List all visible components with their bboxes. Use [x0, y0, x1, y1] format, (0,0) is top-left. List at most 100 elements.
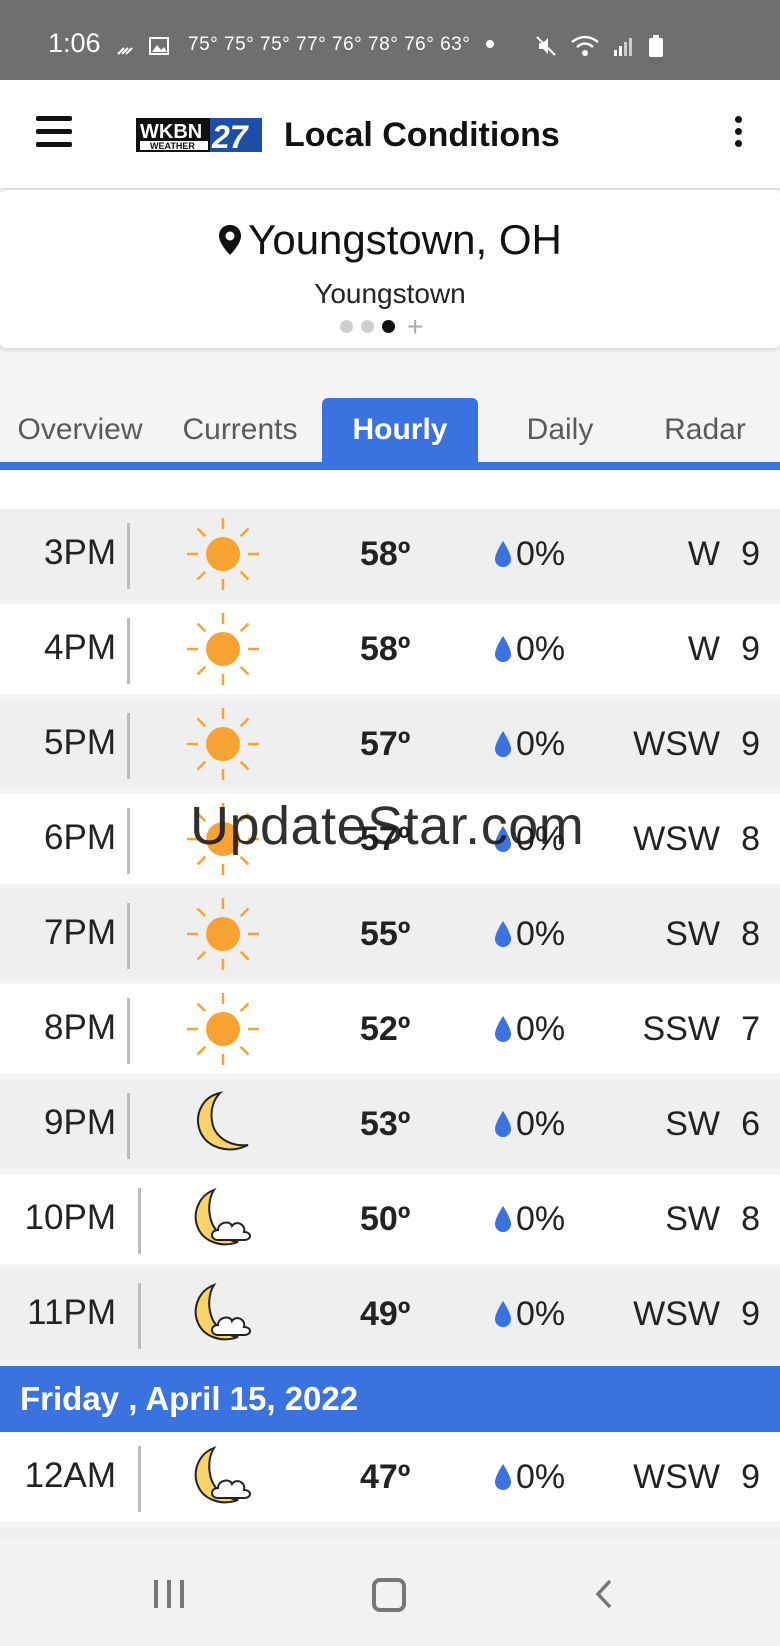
- tab-radar[interactable]: Radar: [630, 398, 780, 462]
- raindrop-icon: [493, 1204, 513, 1234]
- pager-dot-active[interactable]: [382, 320, 395, 333]
- location-pager[interactable]: +: [340, 313, 423, 341]
- image-icon: [149, 37, 169, 55]
- home-icon[interactable]: [372, 1578, 406, 1612]
- precip-chance: 0%: [516, 535, 566, 573]
- status-notification-icons: [114, 34, 170, 58]
- tab-hourly[interactable]: Hourly: [322, 398, 478, 462]
- hour-label: 5PM: [44, 723, 116, 762]
- wind-direction: W: [687, 630, 720, 668]
- hamburger-menu-icon[interactable]: [36, 116, 72, 152]
- status-system-icons: [534, 34, 664, 58]
- more-options-icon[interactable]: [728, 116, 748, 156]
- status-bar: 1:06 75° 75° 75° 77° 76° 78° 76° 63°: [0, 0, 780, 80]
- row-divider: [138, 1446, 141, 1512]
- precip-chance: 0%: [516, 725, 566, 763]
- wind-speed: 9: [741, 1295, 760, 1333]
- hour-label: 12AM: [24, 1456, 116, 1495]
- wifi-icon: [571, 35, 599, 56]
- wind-direction: SW: [665, 1105, 720, 1143]
- system-nav-bar: [0, 1540, 780, 1646]
- add-location-icon[interactable]: +: [407, 313, 423, 341]
- hour-label: 8PM: [44, 1008, 116, 1047]
- location-title: Youngstown, OH: [0, 216, 780, 264]
- wind-direction: W: [687, 535, 720, 573]
- raindrop-icon: [493, 729, 513, 759]
- row-divider: [127, 998, 130, 1064]
- hour-label: 11PM: [27, 1293, 116, 1332]
- wind-speed: 6: [741, 1105, 760, 1143]
- location-pin-icon: [219, 225, 242, 255]
- temperature: 53º: [360, 1105, 411, 1143]
- sun-icon: [186, 992, 260, 1066]
- hourly-row[interactable]: 12AM 47º 0% WSW 9: [0, 1432, 780, 1522]
- hourly-row[interactable]: 7PM 55º 0% SW 8: [0, 889, 780, 979]
- row-divider: [127, 808, 130, 874]
- status-more-dot: [486, 40, 494, 48]
- phone-wifi-icon: [117, 47, 133, 55]
- precip-chance: 0%: [516, 915, 566, 953]
- moon-icon: [186, 1087, 260, 1161]
- moon-cloud-icon: [186, 1277, 260, 1351]
- raindrop-icon: [493, 1109, 513, 1139]
- temperature: 47º: [360, 1458, 411, 1496]
- sun-icon: [186, 517, 260, 591]
- precip-chance: 0%: [516, 1295, 566, 1333]
- raindrop-icon: [493, 1462, 513, 1492]
- row-divider: [127, 1093, 130, 1159]
- wind-speed: 9: [741, 1458, 760, 1496]
- list-top-spacer: [0, 470, 780, 510]
- temperature: 52º: [360, 1010, 411, 1048]
- tab-overview[interactable]: Overview: [0, 398, 160, 462]
- tab-underline: [0, 462, 780, 470]
- hourly-row[interactable]: 9PM 53º 0% SW 6: [0, 1079, 780, 1169]
- wind-direction: WSW: [633, 820, 720, 858]
- battery-icon: [649, 35, 663, 57]
- hour-label: 7PM: [44, 913, 116, 952]
- status-time: 1:06: [48, 28, 101, 58]
- watermark: UpdateStar.com: [190, 796, 585, 856]
- hourly-row[interactable]: 5PM 57º 0% WSW 9: [0, 699, 780, 789]
- row-divider: [138, 1188, 141, 1254]
- mute-icon: [536, 36, 556, 56]
- hourly-row[interactable]: 11PM 49º 0% WSW 9: [0, 1269, 780, 1359]
- pager-dot[interactable]: [340, 320, 353, 333]
- day-header-label: Friday , April 15, 2022: [20, 1380, 359, 1417]
- wind-direction: SW: [665, 915, 720, 953]
- row-divider: [138, 1283, 141, 1349]
- recents-icon[interactable]: [154, 1580, 184, 1608]
- tab-currents[interactable]: Currents: [160, 398, 320, 462]
- precip-chance: 0%: [516, 1458, 566, 1496]
- tab-bar: Overview Currents Hourly Daily Radar: [0, 398, 780, 466]
- precip-chance: 0%: [516, 1200, 566, 1238]
- wind-speed: 8: [741, 820, 760, 858]
- hour-label: 3PM: [44, 533, 116, 572]
- temperature: 58º: [360, 535, 411, 573]
- wind-speed: 8: [741, 1200, 760, 1238]
- signal-icon: [614, 38, 632, 56]
- row-divider: [127, 713, 130, 779]
- precip-chance: 0%: [516, 1105, 566, 1143]
- raindrop-icon: [493, 634, 513, 664]
- row-divider: [127, 618, 130, 684]
- pager-dot[interactable]: [361, 320, 374, 333]
- hourly-row[interactable]: 10PM 50º 0% SW 8: [0, 1174, 780, 1264]
- back-icon[interactable]: [592, 1578, 616, 1610]
- precip-chance: 0%: [516, 1010, 566, 1048]
- status-temps: 75° 75° 75° 77° 76° 78° 76° 63°: [188, 34, 471, 55]
- hour-label: 10PM: [24, 1198, 116, 1237]
- location-card[interactable]: Youngstown, OH Youngstown +: [0, 190, 780, 348]
- hourly-row[interactable]: 8PM 52º 0% SSW 7: [0, 984, 780, 1074]
- temperature: 50º: [360, 1200, 411, 1238]
- sun-icon: [186, 612, 260, 686]
- day-header: Friday , April 15, 2022: [0, 1366, 780, 1432]
- wind-direction: SW: [665, 1200, 720, 1238]
- raindrop-icon: [493, 1299, 513, 1329]
- tab-daily[interactable]: Daily: [480, 398, 640, 462]
- hourly-row[interactable]: 4PM 58º 0% W 9: [0, 604, 780, 694]
- moon-cloud-icon: [186, 1440, 260, 1514]
- hourly-row[interactable]: 3PM 58º 0% W 9: [0, 509, 780, 599]
- location-subtitle: Youngstown: [314, 278, 466, 309]
- wind-speed: 7: [741, 1010, 760, 1048]
- wind-speed: 8: [741, 915, 760, 953]
